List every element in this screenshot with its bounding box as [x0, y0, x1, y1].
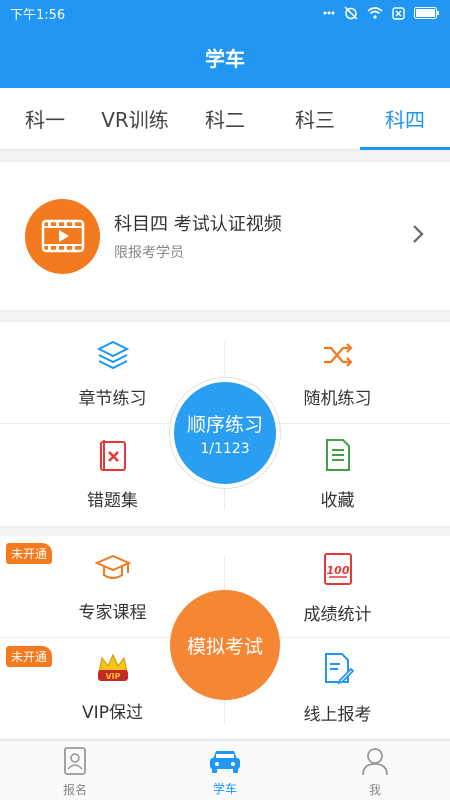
wrong-book-icon: [98, 438, 128, 476]
sequential-progress: 1/1123: [200, 440, 250, 457]
chapter-practice-label: 章节练习: [78, 389, 147, 409]
svg-text:VIP: VIP: [105, 672, 120, 681]
dots-icon: [323, 11, 335, 15]
score-100-icon: 100: [322, 552, 354, 590]
random-practice-label: 随机练习: [303, 389, 372, 409]
mock-exam-button[interactable]: 模拟考试: [170, 590, 280, 700]
tab-subject-4[interactable]: 科四: [360, 88, 450, 150]
battery-icon: [414, 7, 440, 19]
status-bar: 下午1:56: [0, 0, 450, 26]
layers-icon: [96, 340, 130, 374]
video-title: 科目四 考试认证视频: [114, 214, 282, 235]
page-title: 学车: [205, 46, 245, 71]
app-bar: 学车: [0, 26, 450, 88]
wifi-icon: [367, 7, 383, 19]
video-icon: [25, 198, 100, 274]
sequential-practice-label: 顺序练习: [186, 413, 263, 436]
tab-subject-2[interactable]: 科二: [180, 88, 270, 149]
vip-crown-icon: VIP: [94, 652, 132, 688]
tab-subject-1[interactable]: 科一: [0, 88, 90, 149]
form-edit-icon: [322, 652, 354, 690]
wrong-questions-label: 错题集: [87, 491, 138, 511]
nav-me[interactable]: 我: [300, 741, 450, 800]
video-card[interactable]: 科目四 考试认证视频 限报考学员: [0, 162, 450, 310]
bottom-nav: 报名 学车 我: [0, 740, 450, 800]
nav-me-label: 我: [368, 782, 381, 797]
status-time: 下午1:56: [10, 7, 66, 23]
subject-tabs: 科一 VR训练 科二 科三 科四: [0, 88, 450, 150]
no-sim-icon: [392, 6, 405, 20]
favorites-label: 收藏: [320, 491, 355, 511]
online-signup-label: 线上报考: [303, 705, 372, 725]
video-subtitle: 限报考学员: [114, 245, 184, 261]
mock-exam-label: 模拟考试: [186, 635, 263, 658]
tab-vr-training[interactable]: VR训练: [90, 88, 180, 149]
id-badge-icon: [63, 746, 87, 779]
nav-learn[interactable]: 学车: [150, 741, 300, 800]
chevron-right-icon: [408, 221, 428, 251]
score-stats-label: 成绩统计: [303, 605, 372, 625]
alarm-off-icon: [344, 6, 358, 20]
expert-course-label: 专家课程: [78, 603, 147, 623]
car-icon: [207, 747, 243, 778]
nav-signup[interactable]: 报名: [0, 741, 150, 800]
svg-text:100: 100: [326, 564, 349, 577]
graduation-cap-icon: [94, 552, 131, 588]
sequential-practice-button[interactable]: 顺序练习 1/1123: [170, 378, 280, 488]
nav-learn-label: 学车: [212, 781, 237, 796]
person-icon: [360, 746, 390, 779]
shuffle-icon: [321, 340, 355, 374]
nav-signup-label: 报名: [62, 782, 87, 797]
document-icon: [324, 438, 352, 476]
vip-pass-label: VIP保过: [82, 703, 143, 723]
tab-subject-3[interactable]: 科三: [270, 88, 360, 149]
